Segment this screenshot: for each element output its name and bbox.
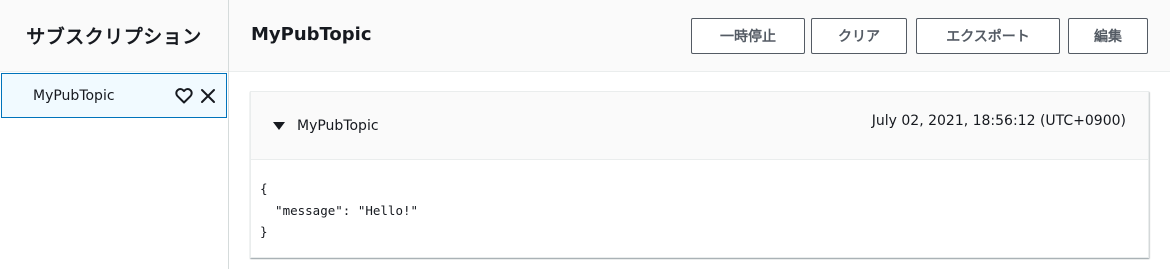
edit-button[interactable]: 編集 — [1068, 18, 1148, 54]
subscription-item[interactable]: MyPubTopic — [1, 73, 227, 118]
message-payload: { "message": "Hello!"} — [260, 178, 418, 243]
sidebar-header: サブスクリプション — [0, 0, 228, 72]
main-header: MyPubTopic 一時停止 クリア エクスポート 編集 — [229, 0, 1170, 72]
message-card-header[interactable]: MyPubTopic July 02, 2021, 18:56:12 (UTC+… — [251, 92, 1148, 160]
sidebar-title: サブスクリプション — [26, 26, 202, 48]
subscription-item-label: MyPubTopic — [33, 87, 115, 104]
main-panel: MyPubTopic 一時停止 クリア エクスポート 編集 MyPubTopic… — [229, 0, 1170, 269]
close-icon[interactable] — [198, 86, 218, 106]
caret-down-icon[interactable] — [273, 122, 285, 130]
message-card: MyPubTopic July 02, 2021, 18:56:12 (UTC+… — [250, 91, 1149, 258]
heart-outline-icon[interactable] — [174, 86, 194, 106]
payload-line: { — [260, 181, 268, 196]
payload-line: "message": "Hello!" — [260, 202, 419, 218]
page-title: MyPubTopic — [251, 24, 372, 45]
export-button[interactable]: エクスポート — [916, 18, 1060, 54]
message-timestamp: July 02, 2021, 18:56:12 (UTC+0900) — [871, 113, 1126, 129]
payload-line: } — [260, 224, 268, 239]
message-topic: MyPubTopic — [297, 118, 379, 134]
subscriptions-sidebar: サブスクリプション MyPubTopic — [0, 0, 229, 269]
mqtt-test-client: サブスクリプション MyPubTopic MyPubTopic 一時停止 クリア… — [0, 0, 1170, 269]
clear-button[interactable]: クリア — [811, 18, 907, 54]
pause-button[interactable]: 一時停止 — [691, 18, 805, 54]
